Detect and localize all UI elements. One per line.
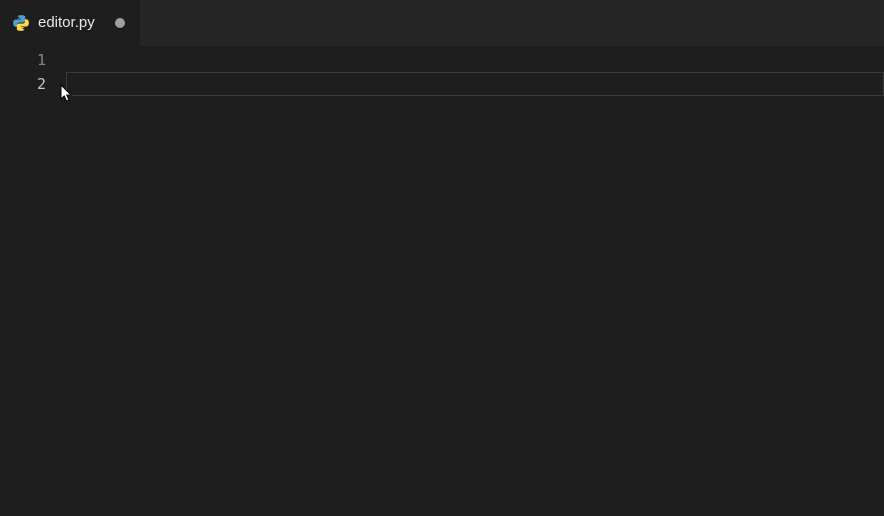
unsaved-indicator-icon[interactable] <box>115 18 125 28</box>
line-row[interactable]: 1 <box>0 48 884 72</box>
code-editor[interactable]: 1 2 <box>0 46 884 516</box>
python-file-icon <box>12 14 30 32</box>
editor-lines: 1 2 <box>0 46 884 96</box>
line-number: 1 <box>0 48 66 72</box>
line-row[interactable]: 2 <box>0 72 884 96</box>
line-content[interactable] <box>66 72 884 96</box>
tab-title: editor.py <box>38 0 107 46</box>
tab-editor-py[interactable]: editor.py <box>0 0 140 46</box>
line-number: 2 <box>0 72 66 96</box>
line-content[interactable] <box>66 48 884 72</box>
tab-bar: editor.py <box>0 0 884 46</box>
